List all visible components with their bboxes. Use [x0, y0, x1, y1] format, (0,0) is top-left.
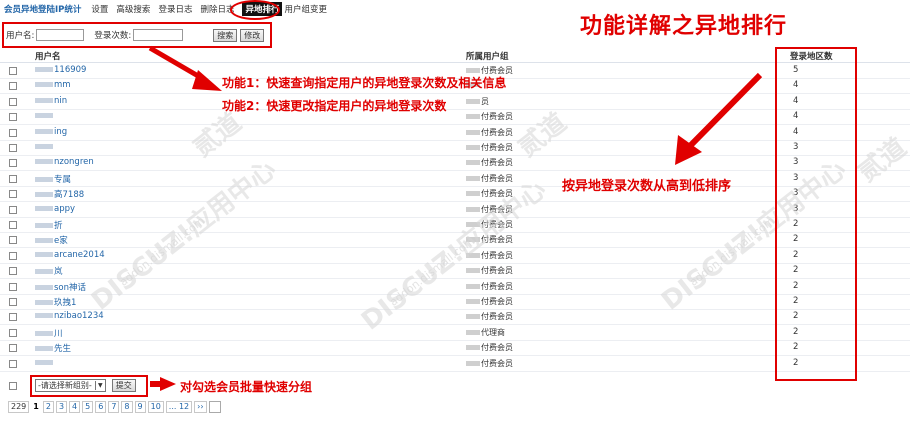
group-select-value: -请选择新组别- [38, 381, 92, 390]
chevron-down-icon: ▼ [94, 381, 105, 390]
pagination-page-link[interactable]: 10 [147, 401, 164, 413]
group-select[interactable]: -请选择新组别- ▼ [35, 379, 106, 392]
annotation-arrows [148, 45, 763, 391]
pagination-page-link[interactable]: 6 [95, 401, 107, 413]
pagination-total: 229 [8, 401, 30, 413]
submit-button[interactable]: 提交 [111, 379, 136, 392]
pagination-next[interactable]: ›› [194, 401, 207, 413]
pagination-page-link[interactable]: 3 [55, 401, 68, 413]
pagination-current: 1 [31, 402, 41, 412]
pagination-page-link[interactable]: 7 [108, 401, 120, 413]
pagination-last[interactable]: ... 12 [165, 401, 193, 413]
pagination-pages: 2 3 4 5 6 7 8 9 10 [42, 401, 164, 413]
pagination-page-link[interactable]: 2 [42, 401, 54, 413]
batch-controls: -请选择新组别- ▼ 提交 [35, 379, 139, 392]
page-jump-input[interactable] [208, 401, 221, 413]
arrow-head-batch [160, 377, 176, 391]
pagination-page-link[interactable]: 4 [69, 401, 81, 413]
pagination-page-link[interactable]: 5 [82, 401, 94, 413]
pagination: 229 1 2 3 4 5 6 7 8 9 10 ... 12 ›› [8, 401, 221, 413]
arrow-shaft-sort [685, 72, 763, 151]
select-all-checkbox[interactable] [9, 382, 17, 390]
pagination-page-link[interactable]: 8 [121, 401, 133, 413]
pagination-page-link[interactable]: 9 [134, 401, 146, 413]
